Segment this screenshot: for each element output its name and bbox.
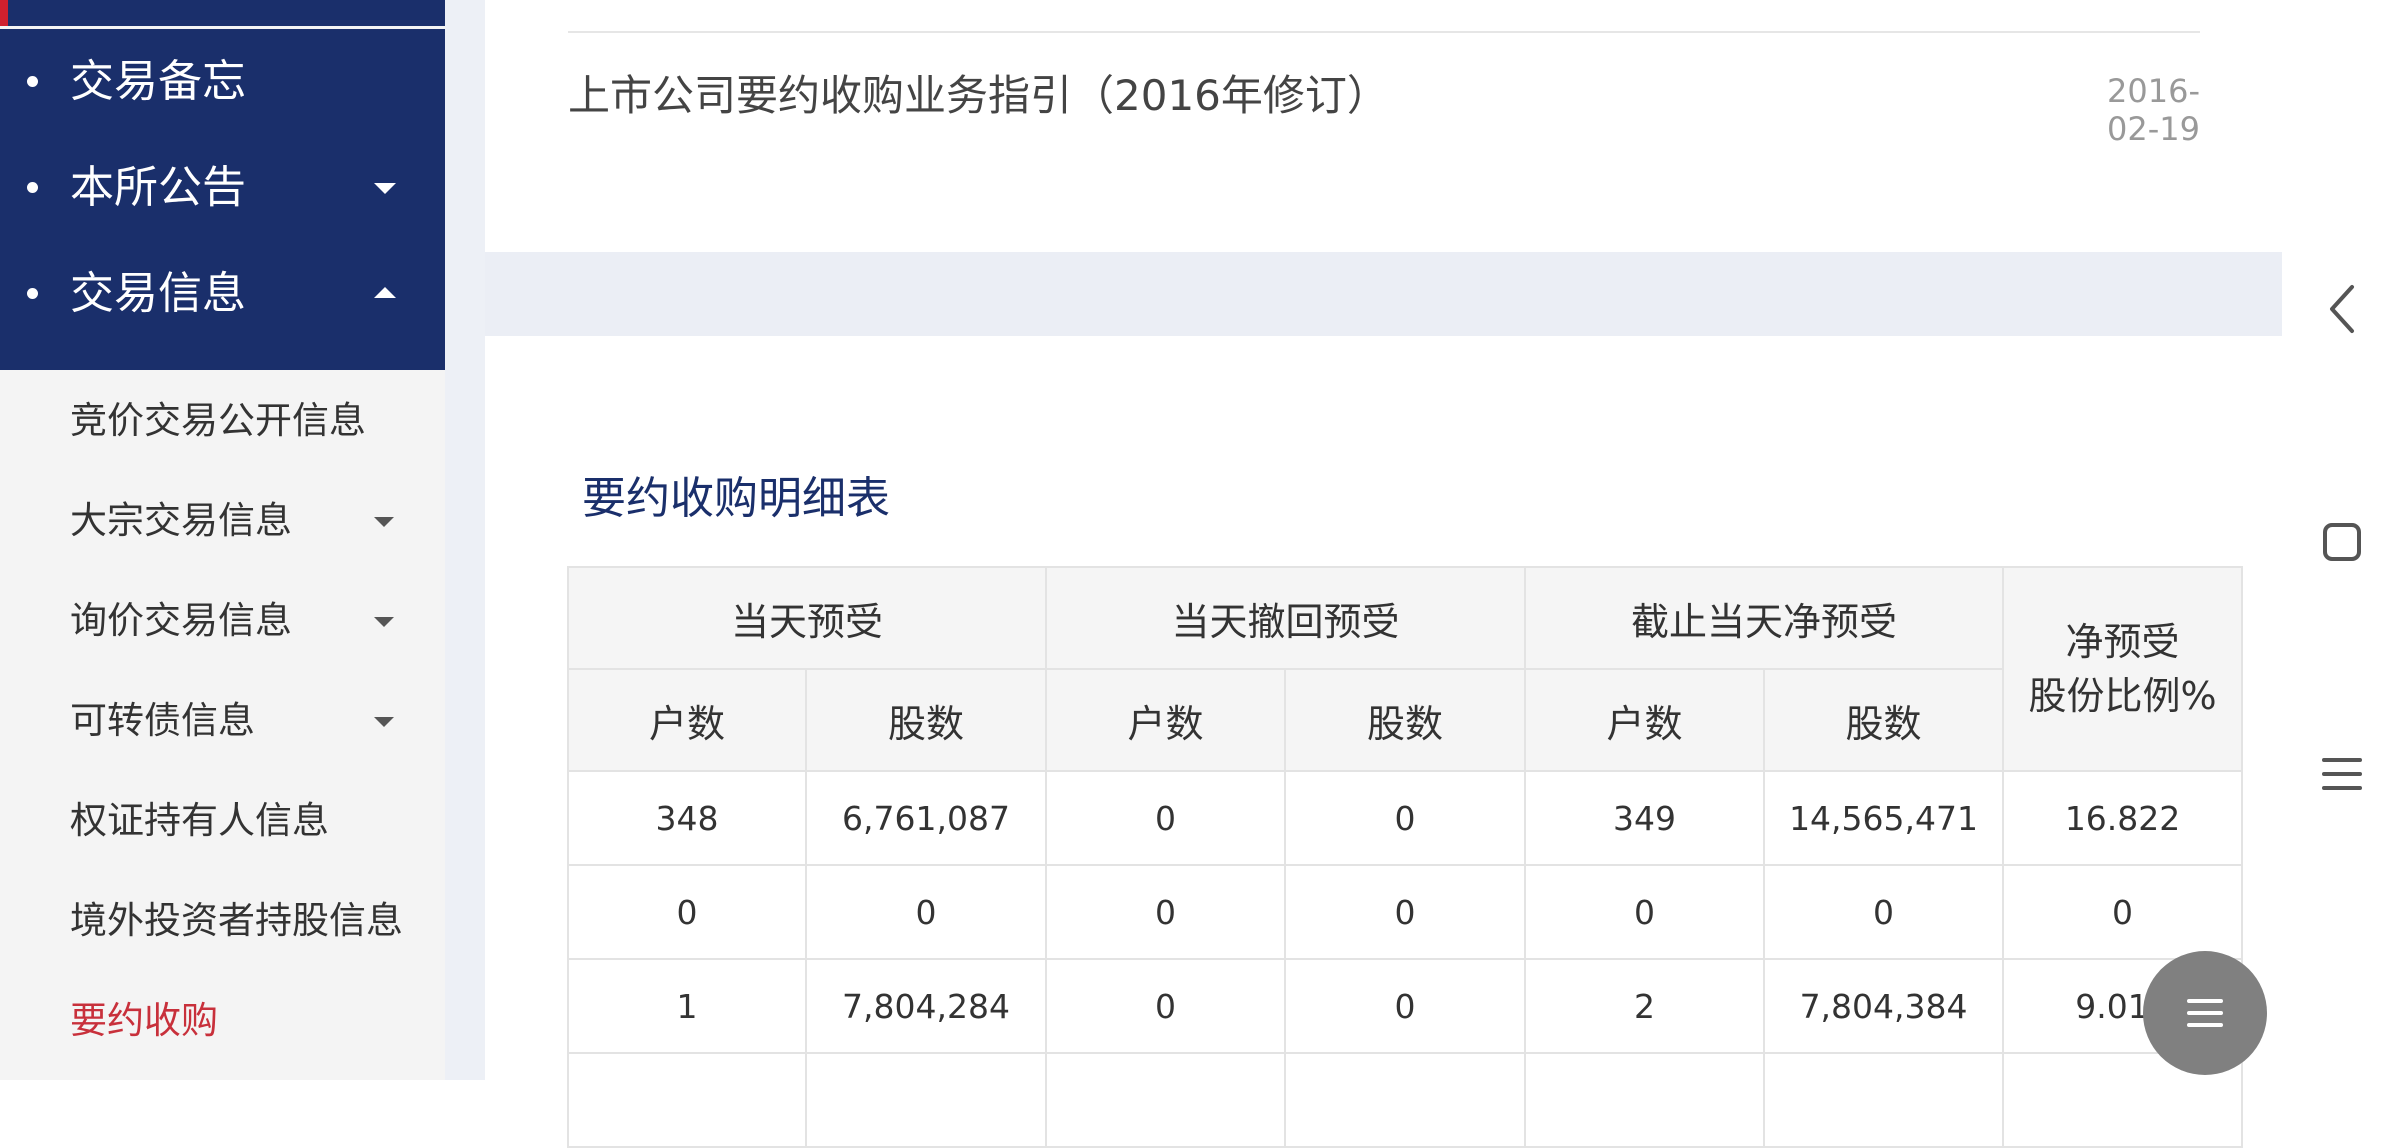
table-cell: 348 <box>567 770 807 866</box>
table-cell: 7,804,284 <box>804 958 1048 1054</box>
bullet-icon <box>27 288 38 299</box>
ratio-header-line: 股份比例% <box>2028 674 2217 718</box>
square-home-icon[interactable] <box>2322 522 2362 562</box>
table-cell: 0 <box>1284 958 1527 1054</box>
table-row: 0 0 0 0 0 0 0 <box>567 864 2244 960</box>
chevron-down-icon <box>374 717 394 727</box>
table-cell: 0 <box>567 864 807 960</box>
table-header-row: 当天预受 当天撤回预受 截止当天净预受 净预受 股份比例% <box>566 566 2244 772</box>
chevron-up-icon <box>374 287 396 298</box>
tender-offer-table: 当天预受 当天撤回预受 截止当天净预受 净预受 股份比例% 户数 股数 户数 股… <box>566 566 2244 1148</box>
table-cell <box>1284 1052 1527 1148</box>
column-header: 股数 <box>804 668 1048 772</box>
column-header-ratio: 净预受 股份比例% <box>2002 566 2244 772</box>
floating-menu-button[interactable] <box>2143 951 2267 1075</box>
column-group-header: 当天预受 <box>566 566 1048 670</box>
sub-item-label: 权证持有人信息 <box>70 799 329 842</box>
section-title: 要约收购明细表 <box>582 473 890 524</box>
nav-item-trading-info[interactable]: 交易信息 <box>0 241 445 347</box>
document-date: 2016-02-19 <box>2107 72 2200 148</box>
sub-item-convertible-bond[interactable]: 可转债信息 <box>0 671 445 771</box>
table-row: 348 6,761,087 0 0 349 14,565,471 16.822 <box>567 770 2244 866</box>
sidebar-top-bar <box>0 0 445 26</box>
table-cell <box>1524 1052 1766 1148</box>
table-cell: 0 <box>2002 864 2244 960</box>
table-cell: 0 <box>1284 770 1527 866</box>
back-chevron-icon[interactable] <box>2322 283 2362 335</box>
table-cell: 0 <box>1045 770 1287 866</box>
chevron-down-icon <box>374 183 396 194</box>
sub-item-block-trade[interactable]: 大宗交易信息 <box>0 471 445 571</box>
table-subheader-row: 户数 股数 户数 股数 户数 股数 <box>567 668 2242 772</box>
menu-icon <box>2187 999 2223 1003</box>
menu-icon-bar <box>2187 1011 2223 1015</box>
ratio-header-line: 净预受 <box>2065 620 2180 664</box>
sub-item-label: 竞价交易公开信息 <box>70 399 366 442</box>
column-header: 户数 <box>1045 668 1287 772</box>
primary-nav: 交易备忘 本所公告 交易信息 <box>0 29 445 370</box>
sub-item-tender-offer[interactable]: 要约收购 <box>0 971 445 1071</box>
column-header: 股数 <box>1284 668 1527 772</box>
divider <box>568 31 2200 33</box>
table-cell: 14,565,471 <box>1763 770 2005 866</box>
table-cell: 16.822 <box>2002 770 2244 866</box>
bullet-icon <box>27 182 38 193</box>
table-cell: 0 <box>1524 864 1766 960</box>
table-cell: 0 <box>1284 864 1527 960</box>
sub-item-label: 询价交易信息 <box>70 599 292 642</box>
table-cell <box>1045 1052 1287 1148</box>
column-group-header: 截止当天净预受 <box>1524 566 2005 670</box>
column-header: 股数 <box>1763 668 2005 772</box>
content-gutter <box>445 0 485 1080</box>
chevron-down-icon <box>374 617 394 627</box>
column-header: 户数 <box>567 668 807 772</box>
sub-item-label: 境外投资者持股信息 <box>70 899 403 942</box>
column-header: 户数 <box>1524 668 1766 772</box>
sidebar: 交易备忘 本所公告 交易信息 竞价交易公开信息 大宗交易信息 询价交易信息 可转… <box>0 0 445 1080</box>
column-group-header: 当天撤回预受 <box>1045 566 1527 670</box>
nav-item-trading-memo[interactable]: 交易备忘 <box>0 29 445 135</box>
table-cell: 6,761,087 <box>804 770 1048 866</box>
sub-item-inquiry-trade[interactable]: 询价交易信息 <box>0 571 445 671</box>
section-separator <box>485 252 2282 336</box>
sub-item-auction-disclosure[interactable]: 竞价交易公开信息 <box>0 371 445 471</box>
sub-item-label: 可转债信息 <box>70 699 255 742</box>
table-cell <box>1763 1052 2005 1148</box>
table-cell <box>567 1052 807 1148</box>
table-cell <box>804 1052 1048 1148</box>
table-cell: 0 <box>1763 864 2005 960</box>
bullet-icon <box>27 76 38 87</box>
table-cell: 0 <box>804 864 1048 960</box>
sub-item-warrant-holders[interactable]: 权证持有人信息 <box>0 771 445 871</box>
chevron-down-icon <box>374 517 394 527</box>
table-cell: 0 <box>1045 864 1287 960</box>
sub-item-label: 要约收购 <box>70 999 218 1042</box>
nav-item-label: 交易备忘 <box>70 56 246 107</box>
nav-item-exchange-announcements[interactable]: 本所公告 <box>0 135 445 241</box>
table-cell: 7,804,384 <box>1763 958 2005 1054</box>
brand-accent <box>0 0 8 26</box>
nav-item-label: 交易信息 <box>70 268 246 319</box>
document-link-title[interactable]: 上市公司要约收购业务指引（2016年修订） <box>568 62 1389 123</box>
sub-item-foreign-investor-holdings[interactable]: 境外投资者持股信息 <box>0 871 445 971</box>
nav-item-label: 本所公告 <box>70 162 246 213</box>
three-lines-icon[interactable] <box>2322 754 2362 794</box>
menu-icon-bar <box>2187 1023 2223 1027</box>
sub-item-label: 大宗交易信息 <box>70 499 292 542</box>
table-cell: 2 <box>1524 958 1766 1054</box>
table-cell: 1 <box>567 958 807 1054</box>
table-row: 1 7,804,284 0 0 2 7,804,384 9.013 <box>567 958 2244 1054</box>
table-cell: 349 <box>1524 770 1766 866</box>
table-cell: 0 <box>1045 958 1287 1054</box>
table-row <box>567 1052 2244 1148</box>
